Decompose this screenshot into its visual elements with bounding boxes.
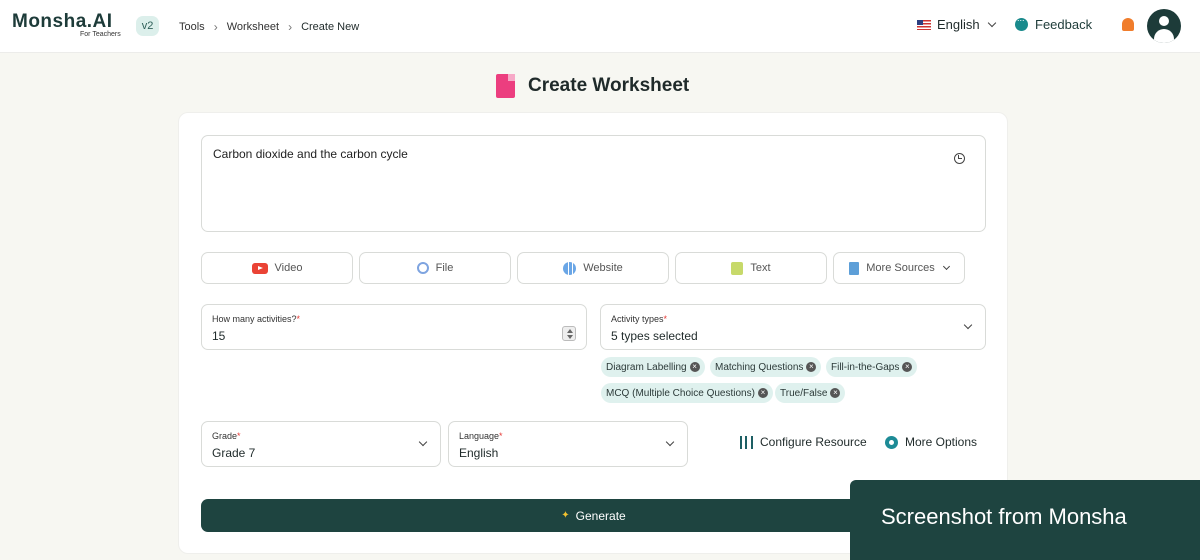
sliders-icon — [740, 435, 753, 449]
language-label-text: Language — [459, 431, 500, 441]
language-value: English — [459, 446, 499, 460]
grade-value: Grade 7 — [212, 446, 256, 460]
grade-label: Grade* — [212, 431, 241, 441]
breadcrumb-worksheet[interactable]: Worksheet — [227, 21, 279, 33]
language-label: Language* — [459, 431, 503, 441]
sparkle-icon: ✦ — [561, 510, 570, 521]
breadcrumb-create-new: Create New — [301, 21, 360, 33]
more-options-button[interactable]: More Options — [885, 435, 977, 449]
page-heading: Create Worksheet — [496, 74, 689, 98]
grade-select[interactable]: Grade* Grade 7 — [201, 421, 441, 467]
chip-label: Diagram Labelling — [606, 361, 687, 373]
generate-label: Generate — [575, 508, 626, 523]
bell-icon[interactable] — [1122, 18, 1134, 31]
source-label: Text — [750, 262, 771, 274]
feedback-label: Feedback — [1035, 17, 1093, 32]
chip-true-false: True/False × — [775, 383, 846, 403]
chevron-right-icon: › — [213, 20, 218, 34]
close-icon[interactable]: × — [806, 362, 817, 372]
text-icon — [731, 261, 744, 275]
activity-types-select[interactable]: Activity types* 5 types selected — [600, 304, 986, 350]
activities-count-label: How many activities?* — [212, 314, 300, 324]
grade-label-text: Grade — [212, 431, 238, 441]
source-label: More Sources — [866, 262, 935, 274]
source-website-button[interactable]: Website — [517, 252, 669, 284]
globe-icon — [563, 261, 577, 275]
source-video-button[interactable]: Video — [201, 252, 353, 284]
chevron-down-icon — [665, 437, 675, 447]
us-flag-icon — [917, 19, 931, 30]
avatar[interactable] — [1147, 9, 1181, 43]
activity-types-label: Activity types* — [611, 314, 667, 324]
breadcrumb-tools[interactable]: Tools — [179, 21, 205, 33]
language-label: English — [937, 17, 980, 32]
close-icon[interactable]: × — [689, 362, 700, 372]
logo-subtitle: For Teachers — [80, 31, 121, 38]
book-icon — [849, 261, 860, 275]
breadcrumb: Tools › Worksheet › Create New — [179, 20, 359, 34]
chip-mcq: MCQ (Multiple Choice Questions) × — [601, 383, 773, 403]
user-icon-body — [1154, 29, 1174, 43]
chip-label: Matching Questions — [715, 361, 804, 373]
document-icon — [496, 74, 515, 98]
source-label: File — [435, 262, 454, 274]
chip-label: MCQ (Multiple Choice Questions) — [606, 387, 755, 399]
topic-text: Carbon dioxide and the carbon cycle — [213, 147, 408, 161]
chip-matching-questions: Matching Questions × — [710, 357, 822, 377]
activity-types-value: 5 types selected — [611, 329, 698, 343]
required-marker: * — [296, 314, 301, 324]
version-badge: v2 — [136, 16, 159, 36]
close-icon[interactable]: × — [757, 388, 768, 398]
user-icon — [1159, 16, 1169, 26]
source-label: Website — [583, 262, 623, 274]
language-select[interactable]: Language* English — [448, 421, 688, 467]
chat-bubble-icon — [1015, 13, 1028, 31]
chevron-right-icon: › — [288, 20, 293, 34]
source-label: Video — [274, 262, 303, 274]
history-icon[interactable] — [954, 153, 965, 164]
source-buttons: Video File Website Text More Sources — [201, 252, 971, 284]
quantity-stepper[interactable] — [562, 326, 576, 341]
paperclip-icon — [414, 259, 432, 277]
required-marker: * — [499, 431, 503, 441]
chevron-down-icon — [987, 18, 996, 27]
chip-diagram-labelling: Diagram Labelling × — [601, 357, 705, 377]
screenshot-watermark: Screenshot from Monsha — [850, 480, 1200, 560]
top-navbar: Monsha.AI For Teachers v2 Tools › Worksh… — [0, 0, 1200, 53]
close-icon[interactable]: × — [830, 388, 841, 398]
video-icon — [251, 262, 268, 274]
activities-count-value: 15 — [212, 329, 226, 343]
activities-count-label-text: How many activities? — [212, 314, 297, 324]
feedback-button[interactable]: Feedback — [1015, 13, 1093, 32]
chip-fill-in-the-gaps: Fill-in-the-Gaps × — [826, 357, 918, 377]
topic-textarea[interactable]: Carbon dioxide and the carbon cycle — [201, 135, 986, 232]
page-title: Create Worksheet — [528, 75, 690, 96]
required-marker: * — [237, 431, 241, 441]
more-options-label: More Options — [905, 435, 978, 449]
required-marker: * — [663, 314, 668, 324]
close-icon[interactable]: × — [902, 362, 913, 372]
activity-types-label-text: Activity types — [611, 314, 664, 324]
activities-count-field[interactable]: How many activities?* 15 — [201, 304, 587, 350]
source-text-button[interactable]: Text — [675, 252, 827, 284]
chip-label: True/False — [780, 387, 828, 399]
source-file-button[interactable]: File — [359, 252, 511, 284]
configure-resource-button[interactable]: Configure Resource — [740, 435, 867, 449]
chevron-down-icon — [418, 437, 428, 447]
gear-icon — [885, 435, 898, 449]
monsha-logo[interactable]: Monsha.AI — [12, 11, 113, 33]
language-selector[interactable]: English — [917, 17, 996, 32]
configure-resource-label: Configure Resource — [760, 435, 867, 449]
chevron-down-icon — [942, 262, 950, 270]
more-sources-dropdown[interactable]: More Sources — [833, 252, 965, 284]
chip-label: Fill-in-the-Gaps — [831, 361, 900, 373]
chevron-down-icon — [963, 320, 973, 330]
